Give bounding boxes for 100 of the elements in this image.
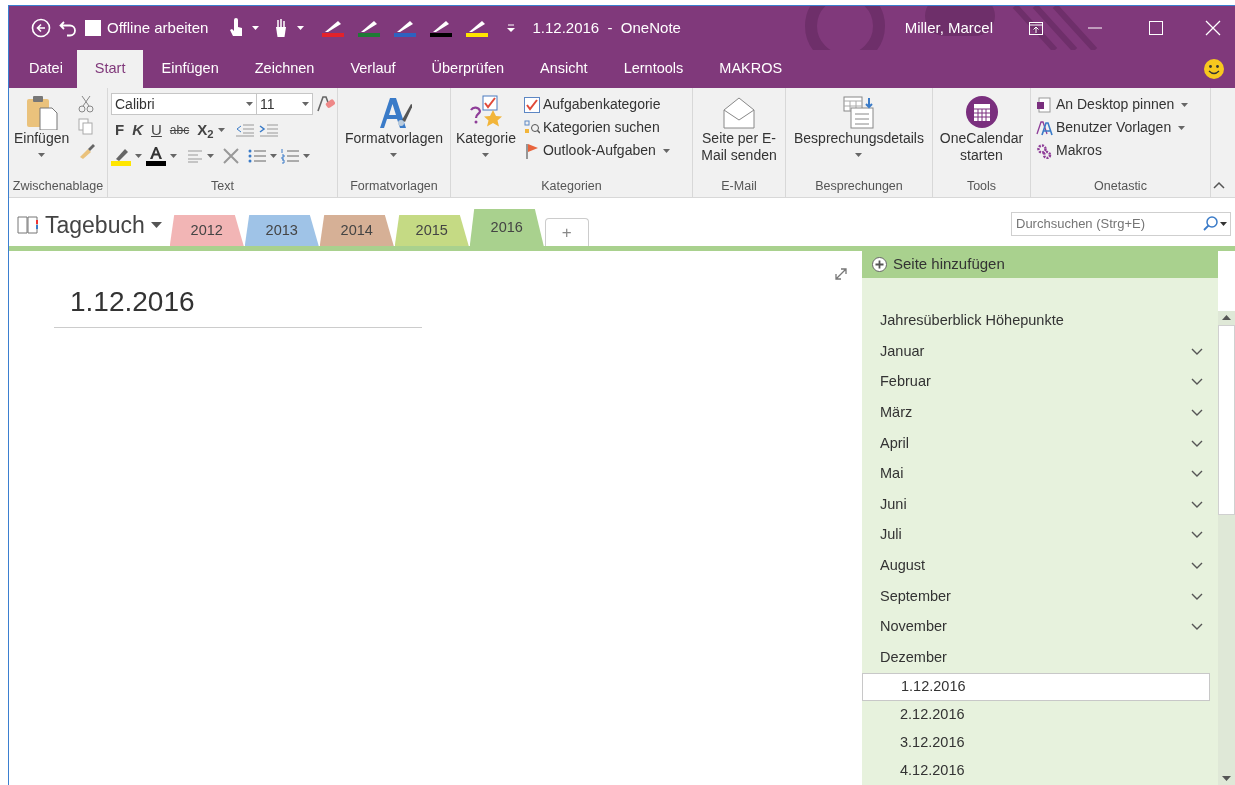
- chevron-down-icon[interactable]: [1191, 378, 1203, 387]
- chevron-down-icon[interactable]: [1191, 408, 1203, 417]
- ribbon-button[interactable]: Kategorien suchen: [521, 116, 672, 139]
- page-item[interactable]: 1.12.2016: [862, 673, 1210, 701]
- ribbon-tab[interactable]: Einfügen: [143, 50, 237, 88]
- cut-icon[interactable]: [78, 95, 96, 113]
- page-item[interactable]: November: [862, 611, 1218, 643]
- undo-button[interactable]: [59, 19, 77, 37]
- pen-icon[interactable]: [323, 19, 344, 33]
- ribbon-button[interactable]: Aufgabenkategorie: [521, 93, 672, 116]
- section-tab[interactable]: 2015: [394, 215, 469, 246]
- scrollbar[interactable]: [1218, 311, 1235, 785]
- caret-icon[interactable]: [207, 153, 214, 158]
- add-page-button[interactable]: Seite hinzufügen: [862, 251, 1218, 278]
- ribbon-button[interactable]: Besprechungsdetails: [792, 92, 926, 177]
- caret-icon[interactable]: [662, 148, 670, 153]
- section-tab[interactable]: 2014: [319, 215, 394, 246]
- caret-icon[interactable]: [1178, 125, 1186, 130]
- numbered-list-icon[interactable]: [281, 147, 299, 164]
- ribbon-tab[interactable]: Datei: [15, 50, 77, 88]
- page-item[interactable]: Juli: [862, 520, 1218, 551]
- font-color-icon[interactable]: [146, 145, 166, 166]
- caret-icon[interactable]: [270, 153, 277, 158]
- ribbon-button[interactable]: Benutzer Vorlagen: [1034, 116, 1191, 139]
- caret-icon[interactable]: [482, 152, 490, 157]
- page-item[interactable]: Jahresüberblick Höhepunkte: [862, 305, 1218, 337]
- chevron-down-icon[interactable]: [1191, 531, 1203, 540]
- page-item[interactable]: April: [862, 428, 1218, 459]
- underline-button[interactable]: U: [147, 119, 166, 142]
- ribbon-button[interactable]: OneCalendar starten: [932, 92, 1031, 177]
- chevron-down-icon[interactable]: [1191, 439, 1203, 448]
- ribbon-button[interactable]: Seite per E-Mail senden: [695, 92, 783, 177]
- ribbon-tab[interactable]: Verlauf: [332, 50, 414, 88]
- ribbon-tab[interactable]: Überprüfen: [413, 50, 523, 88]
- offline-checkbox[interactable]: [85, 20, 101, 36]
- caret-icon[interactable]: [302, 102, 309, 106]
- caret-icon[interactable]: [297, 26, 305, 30]
- page-item[interactable]: August: [862, 550, 1218, 582]
- pen-icon[interactable]: [395, 19, 416, 33]
- chevron-down-icon[interactable]: [1191, 347, 1203, 356]
- maximize-icon[interactable]: [1149, 21, 1163, 35]
- page-item[interactable]: 2.12.2016: [862, 701, 1218, 729]
- font-dropdown[interactable]: Calibri: [111, 93, 257, 115]
- bold-button[interactable]: F: [111, 119, 129, 142]
- caret-icon[interactable]: [135, 153, 142, 158]
- ribbon-tab[interactable]: Start: [76, 50, 144, 88]
- page-item[interactable]: 4.12.2016: [862, 757, 1218, 785]
- ribbon-button[interactable]: Kategorie: [454, 92, 518, 177]
- page-item[interactable]: Januar: [862, 336, 1218, 368]
- ribbon-tab[interactable]: Zeichnen: [236, 50, 333, 88]
- add-section-tab[interactable]: +: [544, 218, 589, 246]
- ribbon-button[interactable]: Makros: [1034, 139, 1191, 162]
- ribbon-button[interactable]: An Desktop pinnen: [1034, 93, 1191, 116]
- caret-icon[interactable]: [246, 102, 253, 106]
- page-item[interactable]: September: [862, 581, 1218, 612]
- close-icon[interactable]: [1205, 20, 1221, 36]
- page-item[interactable]: Juni: [862, 489, 1218, 521]
- clear-formatting-icon[interactable]: [317, 95, 335, 113]
- caret-icon[interactable]: [1181, 102, 1189, 107]
- chevron-down-icon[interactable]: [1191, 592, 1203, 601]
- user-name[interactable]: Miller, Marcel: [904, 16, 993, 40]
- chevron-down-icon[interactable]: [1191, 470, 1203, 479]
- pen-icon[interactable]: [431, 19, 452, 33]
- add-icon[interactable]: [872, 256, 887, 272]
- caret-icon[interactable]: [855, 152, 863, 157]
- pen-icon[interactable]: [467, 19, 488, 33]
- caret-icon[interactable]: [38, 152, 46, 157]
- smiley-icon[interactable]: [1203, 58, 1225, 80]
- ribbon-button[interactable]: Formatvorlagen: [342, 92, 445, 177]
- back-button[interactable]: [31, 18, 51, 38]
- caret-icon[interactable]: [170, 153, 177, 158]
- format-painter-icon[interactable]: [78, 141, 96, 159]
- touch-icon[interactable]: [228, 18, 245, 38]
- font-size-dropdown[interactable]: 11: [257, 93, 313, 115]
- strikethrough-button[interactable]: abc: [165, 121, 194, 140]
- caret-icon[interactable]: [252, 26, 260, 30]
- chevron-down-icon[interactable]: [1191, 561, 1203, 570]
- page-item[interactable]: Dezember: [862, 642, 1218, 673]
- page-item[interactable]: 3.12.2016: [862, 729, 1218, 757]
- section-tab[interactable]: 2016: [469, 209, 544, 246]
- customize-icon[interactable]: [506, 23, 517, 33]
- chevron-down-icon[interactable]: [1191, 623, 1203, 632]
- caret-icon[interactable]: [390, 152, 398, 157]
- pen-icon[interactable]: [359, 19, 380, 33]
- ribbon-button[interactable]: Einfügen: [12, 92, 72, 177]
- section-tab[interactable]: 2012: [169, 215, 244, 246]
- expand-icon[interactable]: [834, 267, 848, 281]
- ribbon-display-icon[interactable]: [1029, 21, 1043, 35]
- ribbon-button[interactable]: Outlook-Aufgaben: [521, 139, 672, 162]
- italic-button[interactable]: K: [128, 119, 147, 142]
- chevron-down-icon[interactable]: [1191, 500, 1203, 509]
- ribbon-tab[interactable]: MAKROS: [701, 50, 801, 88]
- page-item[interactable]: Februar: [862, 367, 1218, 398]
- notebook-dropdown[interactable]: Tagebuch: [17, 207, 170, 246]
- caret-icon[interactable]: [217, 128, 225, 133]
- caret-icon[interactable]: [150, 221, 162, 228]
- page-item[interactable]: Mai: [862, 458, 1218, 490]
- ribbon-tab[interactable]: Lerntools: [605, 50, 702, 88]
- page-item[interactable]: März: [862, 397, 1218, 429]
- bullet-list-icon[interactable]: [248, 147, 266, 164]
